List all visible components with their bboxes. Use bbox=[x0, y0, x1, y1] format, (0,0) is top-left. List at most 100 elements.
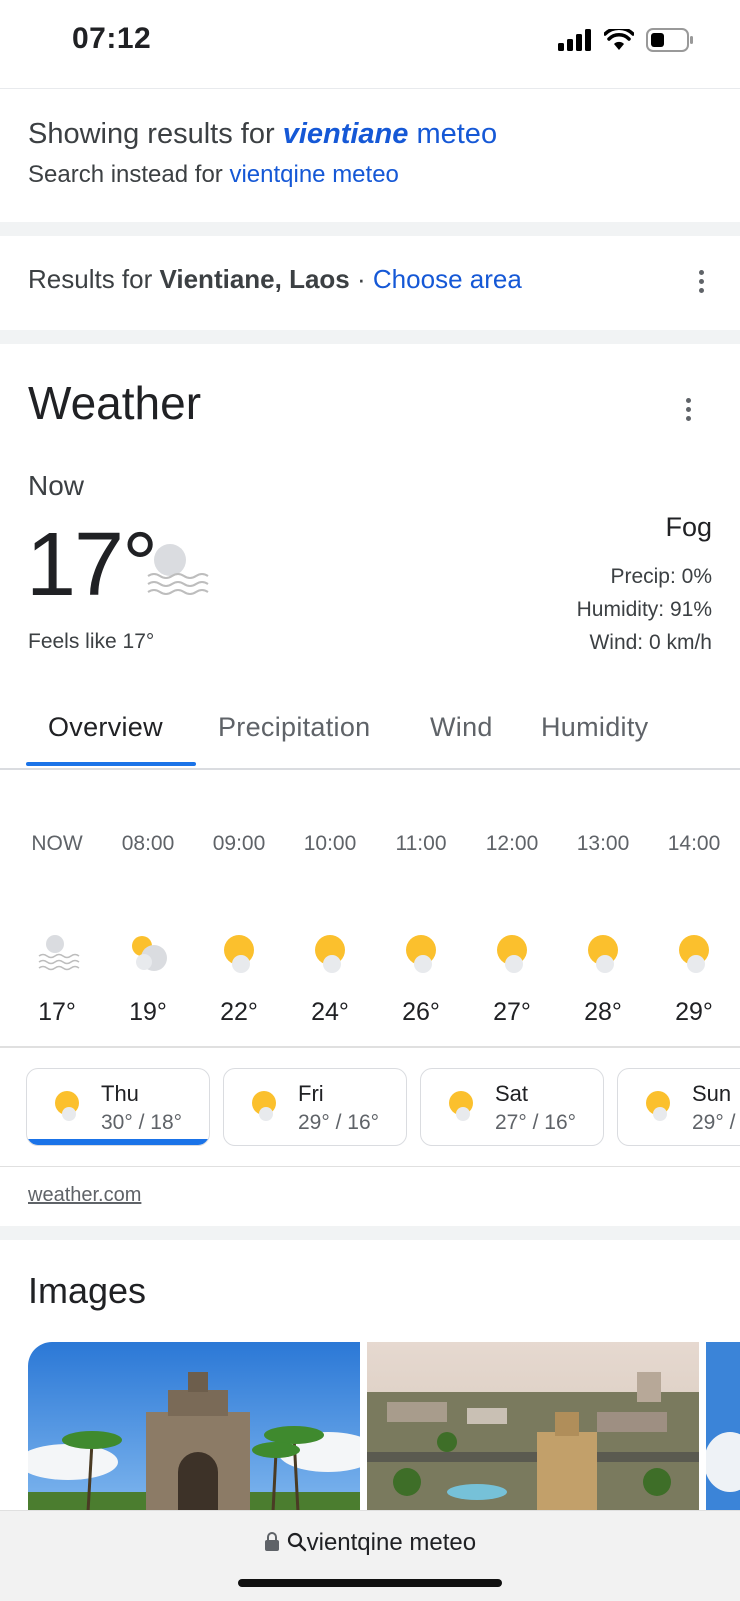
mostly-sunny-icon bbox=[588, 935, 618, 973]
location-dot: · bbox=[357, 264, 366, 294]
browser-address-bar[interactable]: vientqine meteo bbox=[0, 1510, 740, 1601]
tab-overview[interactable]: Overview bbox=[48, 712, 163, 743]
day-range: 27° / 16° bbox=[495, 1111, 577, 1134]
day-card-sun[interactable]: Sun 29° / 17° bbox=[617, 1068, 740, 1146]
status-time: 07:12 bbox=[72, 22, 152, 55]
hourly-forecast: NOW 17° 08:00 19° 09:00 22° 10:00 24° 11… bbox=[0, 832, 740, 1032]
mostly-sunny-icon bbox=[646, 1091, 670, 1121]
day-range: 30° / 18° bbox=[101, 1111, 183, 1134]
day-card-sat[interactable]: Sat 27° / 16° bbox=[420, 1068, 604, 1146]
hour-temp: 28° bbox=[584, 998, 622, 1026]
section-divider bbox=[0, 330, 740, 344]
section-divider bbox=[0, 1226, 740, 1240]
now-label: Now bbox=[28, 470, 85, 501]
weather-tabs: Overview Precipitation Wind Humidity bbox=[0, 700, 740, 770]
hour-temp: 22° bbox=[220, 998, 258, 1026]
monument-image bbox=[28, 1342, 360, 1512]
weather-title: Weather bbox=[28, 377, 202, 429]
tab-humidity[interactable]: Humidity bbox=[541, 712, 648, 743]
wifi-icon bbox=[604, 29, 634, 50]
hour-time: 09:00 bbox=[212, 832, 266, 855]
hour-temp: 17° bbox=[38, 998, 76, 1026]
hour-item: 11:00 26° bbox=[381, 832, 461, 1026]
day-name: Sun bbox=[692, 1081, 732, 1106]
fog-icon bbox=[38, 935, 80, 971]
hour-time: 12:00 bbox=[485, 832, 539, 855]
fog-icon bbox=[147, 544, 209, 595]
corrected-query-bold: vientiane bbox=[282, 118, 409, 150]
mostly-sunny-icon bbox=[315, 935, 345, 973]
status-icons bbox=[558, 28, 694, 52]
wind-value: Wind: 0 km/h bbox=[589, 631, 712, 654]
corrected-query-rest-link[interactable]: meteo bbox=[416, 118, 497, 150]
day-range: 29° / 16° bbox=[298, 1111, 380, 1134]
location-prefix: Results for bbox=[28, 264, 153, 294]
hour-item: 10:00 24° bbox=[290, 832, 370, 1026]
hour-temp: 29° bbox=[675, 998, 713, 1026]
hour-time: 13:00 bbox=[576, 832, 630, 855]
hour-temp: 26° bbox=[402, 998, 440, 1026]
hour-item: 09:00 22° bbox=[199, 832, 279, 1026]
location-place: Vientiane, Laos bbox=[159, 264, 350, 294]
original-query-link[interactable]: vientqine meteo bbox=[229, 161, 398, 188]
hour-temp: 27° bbox=[493, 998, 531, 1026]
day-card-thu[interactable]: Thu 30° / 18° bbox=[26, 1068, 210, 1146]
tab-underline bbox=[26, 762, 196, 766]
image-tile-partial[interactable] bbox=[706, 1342, 740, 1512]
precip-value: Precip: 0% bbox=[610, 565, 712, 588]
selected-day-indicator bbox=[27, 1139, 209, 1145]
weather-source-link[interactable]: weather.com bbox=[28, 1184, 141, 1207]
showing-prefix: Showing results for bbox=[28, 118, 275, 150]
search-instead-line: Search instead for vientqine meteo bbox=[28, 161, 497, 189]
mostly-sunny-icon bbox=[55, 1091, 79, 1121]
spelling-correction: Showing results for vientiane meteo Sear… bbox=[28, 118, 497, 189]
mostly-sunny-icon bbox=[252, 1091, 276, 1121]
address-field[interactable]: vientqine meteo bbox=[0, 1529, 740, 1557]
tab-precipitation[interactable]: Precipitation bbox=[218, 712, 370, 743]
hourly-divider bbox=[0, 1046, 740, 1048]
partial-image bbox=[706, 1342, 740, 1512]
hour-temp: 19° bbox=[129, 998, 167, 1026]
humidity-value: Humidity: 91% bbox=[576, 598, 712, 621]
partly-cloudy-icon bbox=[132, 936, 167, 971]
image-tile-city[interactable] bbox=[367, 1342, 699, 1512]
hour-time: 08:00 bbox=[121, 832, 175, 855]
day-range: 29° / 17° bbox=[692, 1111, 740, 1134]
hour-item: 14:00 29° bbox=[654, 832, 734, 1026]
corrected-query-link[interactable]: vientiane bbox=[283, 118, 409, 150]
hour-temp: 24° bbox=[311, 998, 349, 1026]
hour-item: 12:00 27° bbox=[472, 832, 552, 1026]
search-instead-prefix: Search instead for bbox=[28, 161, 223, 188]
hour-time: NOW bbox=[31, 832, 83, 855]
day-card-fri[interactable]: Fri 29° / 16° bbox=[223, 1068, 407, 1146]
images-title: Images bbox=[28, 1270, 147, 1311]
current-temperature: 17° bbox=[26, 515, 158, 615]
home-indicator bbox=[238, 1579, 502, 1587]
battery-icon bbox=[646, 28, 693, 52]
city-image bbox=[367, 1342, 699, 1512]
mostly-sunny-icon bbox=[449, 1091, 473, 1121]
mostly-sunny-icon bbox=[679, 935, 709, 973]
hour-time: 10:00 bbox=[303, 832, 357, 855]
day-name: Thu bbox=[101, 1081, 139, 1106]
address-text: vientqine meteo bbox=[306, 1529, 477, 1556]
hour-item: 08:00 19° bbox=[108, 832, 188, 1026]
day-name: Fri bbox=[298, 1081, 324, 1106]
mostly-sunny-icon bbox=[497, 935, 527, 973]
status-bar: 07:12 bbox=[0, 0, 740, 88]
mostly-sunny-icon bbox=[406, 935, 436, 973]
hour-item: 13:00 28° bbox=[563, 832, 643, 1026]
section-divider bbox=[0, 222, 740, 236]
hour-time: 14:00 bbox=[667, 832, 721, 855]
weather-more-icon[interactable] bbox=[685, 398, 691, 421]
tab-wind[interactable]: Wind bbox=[430, 712, 493, 743]
hour-item: NOW 17° bbox=[17, 832, 97, 1026]
showing-results-line: Showing results for vientiane meteo bbox=[28, 118, 497, 151]
weather-condition: Fog bbox=[665, 512, 712, 542]
choose-area-link[interactable]: Choose area bbox=[373, 264, 522, 294]
location-more-icon[interactable] bbox=[698, 270, 704, 293]
mostly-sunny-icon bbox=[224, 935, 254, 973]
image-tile-monument[interactable] bbox=[28, 1342, 360, 1512]
search-icon bbox=[287, 1532, 306, 1552]
hour-time: 11:00 bbox=[395, 832, 447, 855]
